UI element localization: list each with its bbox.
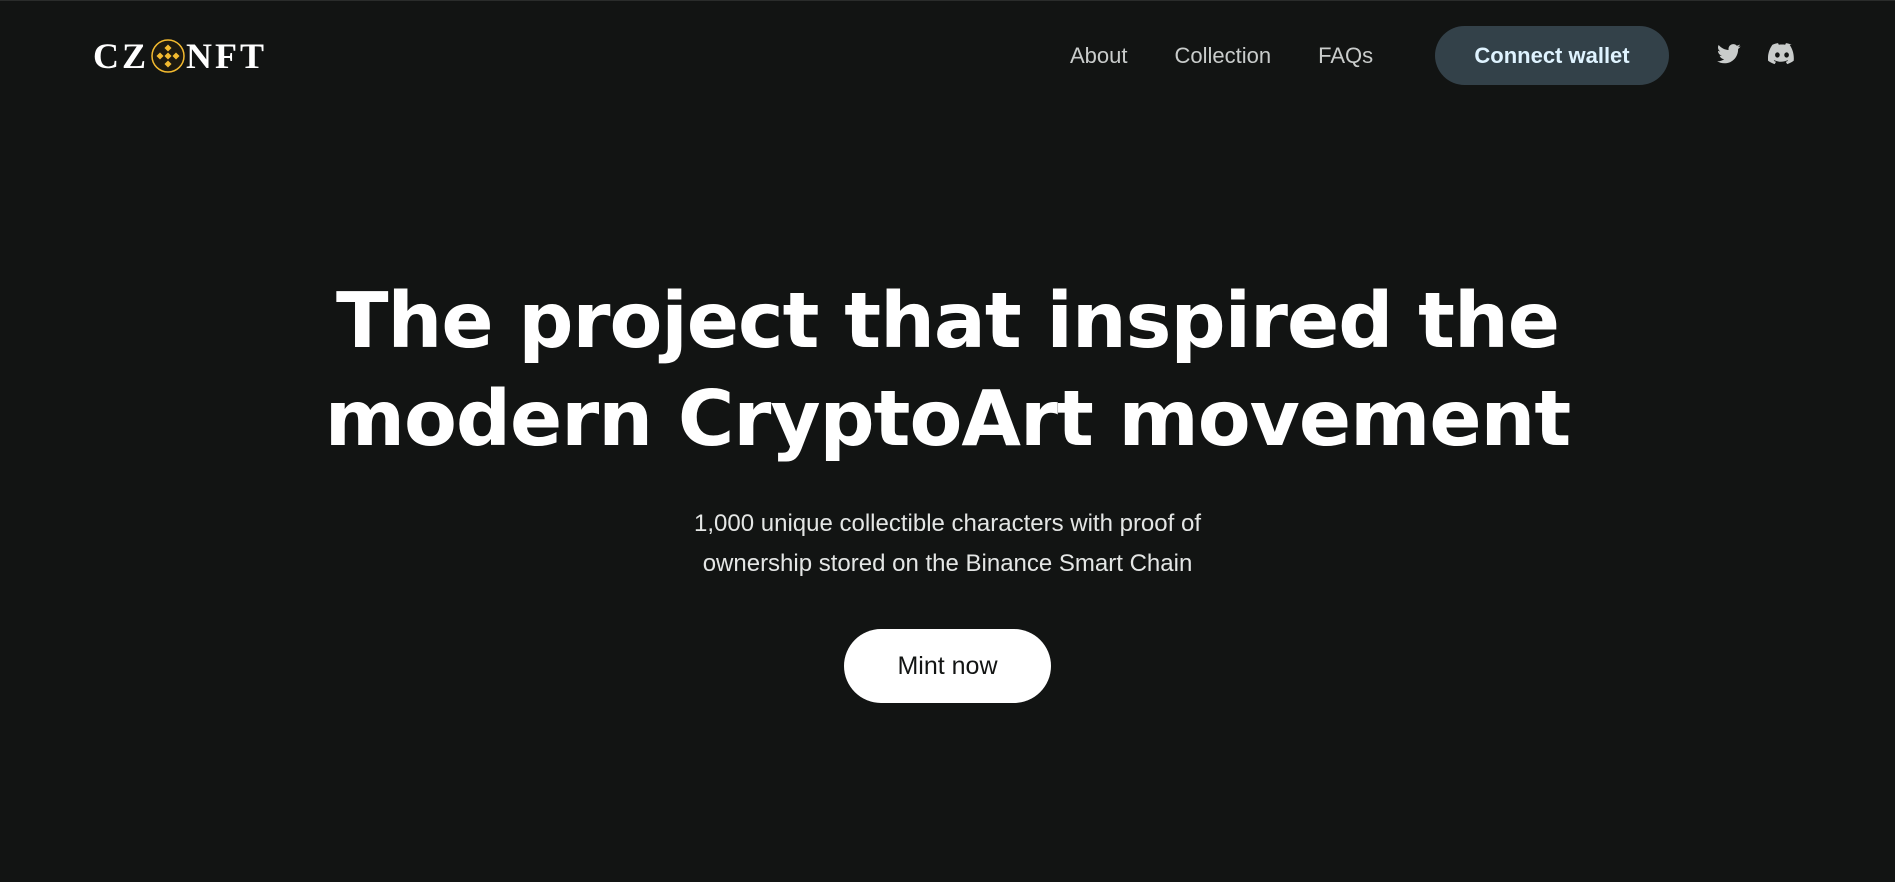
logo-text-nft: NFT [186,36,268,76]
binance-coin-icon [151,39,185,73]
hero-title-line-1: The project that inspired the [336,277,1560,366]
hero-subtitle-line-2: ownership stored on the Binance Smart Ch… [702,550,1193,577]
hero-title-line-2: modern CryptoArt movement [324,375,1571,464]
nav-link-faqs[interactable]: FAQs [1318,43,1373,69]
hero-subtitle: 1,000 unique collectible characters with… [0,504,1895,584]
nav-link-collection[interactable]: Collection [1175,43,1272,69]
logo-text-cz: CZ [93,36,150,76]
nav-link-about[interactable]: About [1070,43,1128,69]
mint-now-button[interactable]: Mint now [844,629,1051,703]
discord-icon [1768,43,1794,65]
site-logo[interactable]: CZ NFT [93,38,267,74]
main-nav: About Collection FAQs [1070,39,1420,72]
landing-page: CZ NFT About Collection FAQs Connect wal… [0,0,1895,882]
discord-link[interactable] [1767,41,1797,67]
connect-wallet-button[interactable]: Connect wallet [1435,26,1669,85]
twitter-icon [1717,44,1741,64]
twitter-link[interactable] [1715,41,1743,67]
hero-title: The project that inspired the modern Cry… [0,273,1895,469]
hero-subtitle-line-1: 1,000 unique collectible characters with… [694,510,1201,537]
